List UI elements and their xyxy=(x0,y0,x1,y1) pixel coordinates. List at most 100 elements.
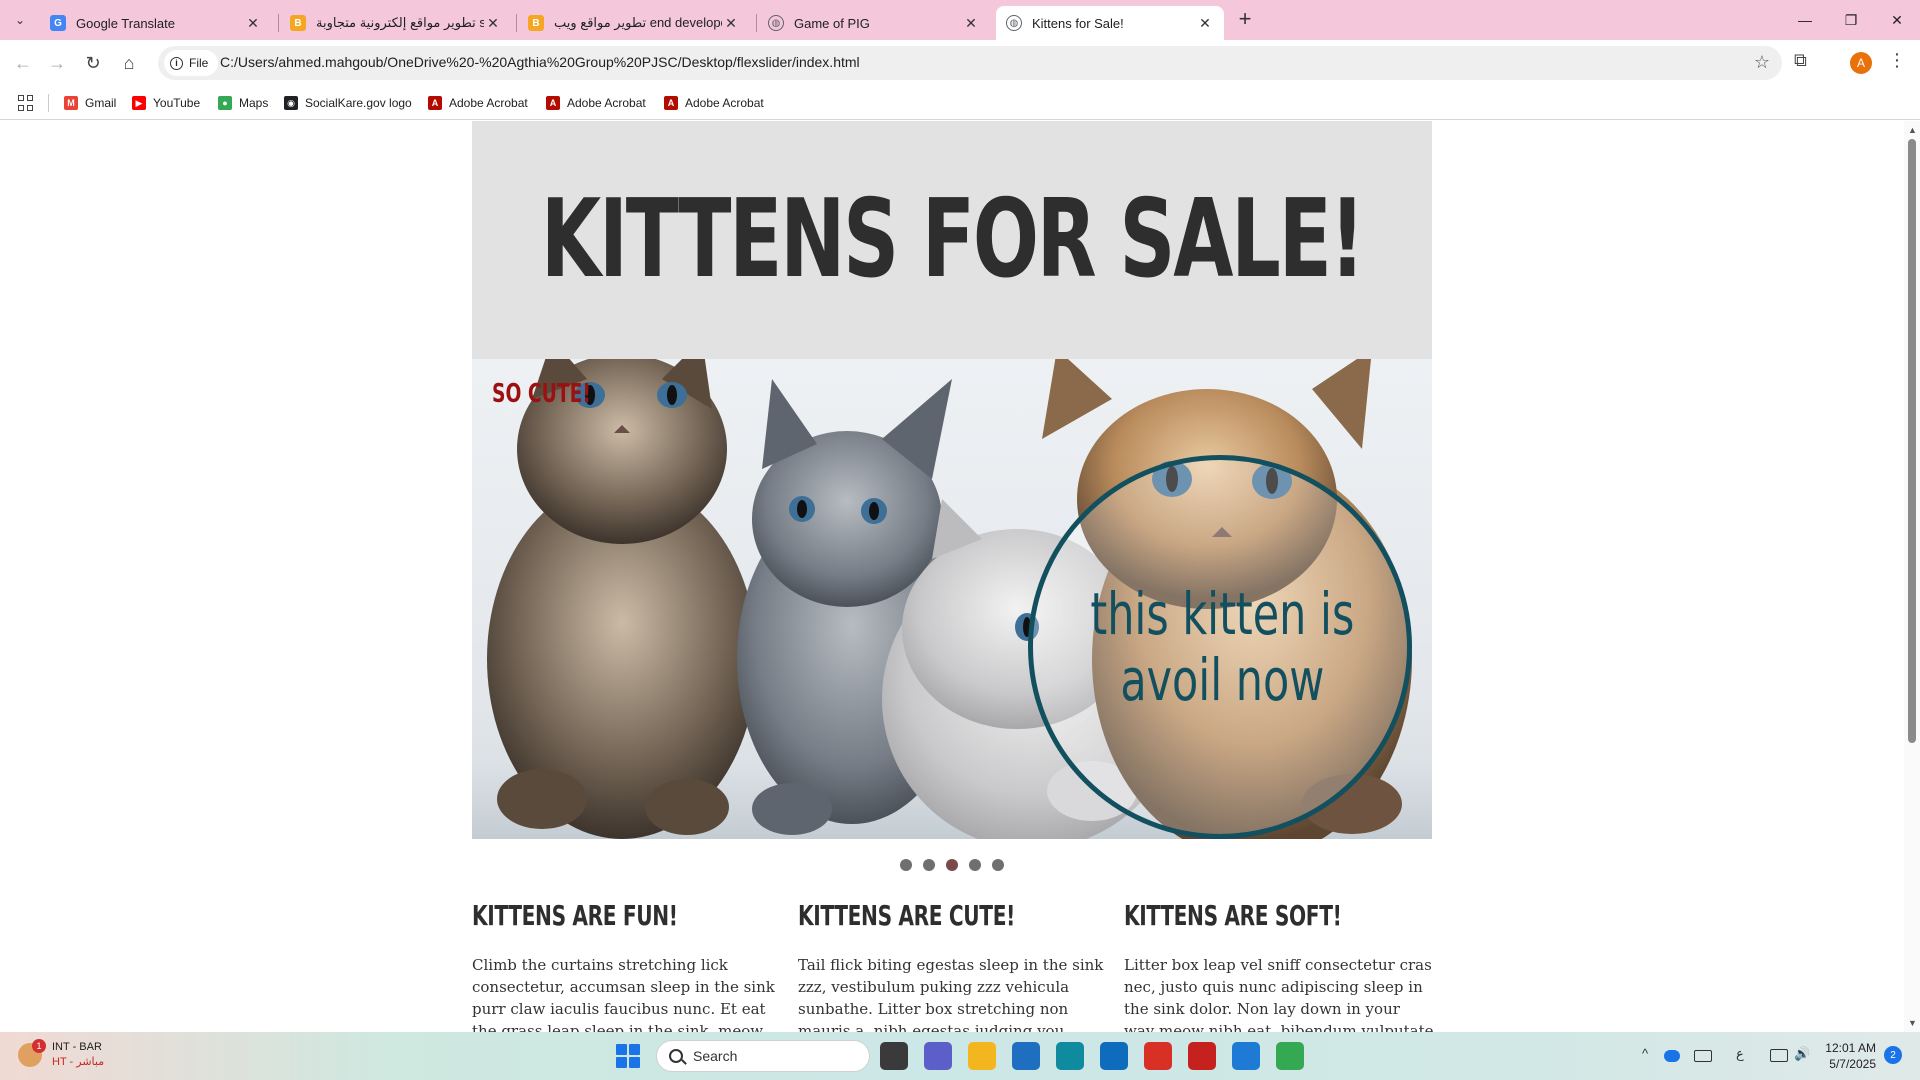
extensions-icon[interactable]: ⧉ xyxy=(1794,50,1807,71)
slider-dot[interactable] xyxy=(969,859,981,871)
bookmark-label: Adobe Acrobat xyxy=(567,96,646,110)
feature-body: Litter box leap vel sniff consectetur cr… xyxy=(1124,956,1434,1032)
socialkare-icon: ◉ xyxy=(284,96,298,110)
bookmark-label: Maps xyxy=(239,96,269,110)
tab-close-icon[interactable]: ✕ xyxy=(962,14,980,32)
google-translate-icon: G xyxy=(50,15,66,31)
search-icon xyxy=(669,1049,683,1063)
bookmark-label: Gmail xyxy=(85,96,117,110)
restore-button[interactable]: ❐ xyxy=(1828,0,1874,40)
bookmark-item[interactable]: A Adobe Acrobat xyxy=(546,93,646,113)
address-bar[interactable]: i File C:/Users/ahmed.mahgoub/OneDrive%2… xyxy=(158,46,1782,80)
slide-caption: SO CUTE! xyxy=(492,379,591,409)
adobe-acrobat-icon: A xyxy=(428,96,442,110)
edge-icon[interactable] xyxy=(1056,1042,1084,1070)
start-button[interactable] xyxy=(616,1044,640,1068)
task-view-icon[interactable] xyxy=(880,1042,908,1070)
tab-close-icon[interactable]: ✕ xyxy=(484,14,502,32)
tab-google-translate[interactable]: G Google Translate ✕ xyxy=(40,6,272,40)
slider-dot[interactable] xyxy=(946,859,958,871)
blogger-icon: B xyxy=(528,15,544,31)
url-text[interactable]: C:/Users/ahmed.mahgoub/OneDrive%20-%20Ag… xyxy=(220,54,860,70)
bookmark-label: Adobe Acrobat xyxy=(449,96,528,110)
notification-badge[interactable]: 2 xyxy=(1884,1046,1902,1064)
scroll-up-arrow-icon[interactable]: ▲ xyxy=(1908,125,1917,135)
tab-close-icon[interactable]: ✕ xyxy=(1196,14,1214,32)
vscode-icon[interactable] xyxy=(1232,1042,1260,1070)
globe-icon: ◍ xyxy=(768,15,784,31)
acrobat-icon[interactable] xyxy=(1188,1042,1216,1070)
network-icon[interactable] xyxy=(1770,1049,1788,1062)
profile-avatar[interactable]: A xyxy=(1850,52,1872,74)
scroll-thumb[interactable] xyxy=(1908,139,1916,743)
windows-taskbar: 1 INT - BAR HT - مباشر Search ^ ع 🔊 12:0… xyxy=(0,1032,1920,1080)
browser-toolbar: ← → ↻ ⌂ i File C:/Users/ahmed.mahgoub/On… xyxy=(0,40,1920,86)
bookmark-star-icon[interactable]: ☆ xyxy=(1754,52,1770,73)
system-clock[interactable]: 12:01 AM 5/7/2025 xyxy=(1818,1040,1876,1072)
search-placeholder: Search xyxy=(693,1048,738,1064)
reload-button[interactable]: ↻ xyxy=(78,48,108,78)
clock-date: 5/7/2025 xyxy=(1829,1057,1876,1071)
weather-widget[interactable]: 1 INT - BAR HT - مباشر xyxy=(18,1039,104,1070)
bookmarks-bar: M Gmail ▶ YouTube ● Maps ◉ SocialKare.gov logo A… xyxy=(0,86,1920,120)
promo-circle: this kitten is avoil now xyxy=(1028,455,1412,839)
slider-pagination xyxy=(472,859,1432,873)
home-button[interactable]: ⌂ xyxy=(114,48,144,78)
tab-kittens-for-sale[interactable]: ◍ Kittens for Sale! ✕ xyxy=(996,6,1224,40)
weather-line-1: INT - BAR xyxy=(52,1041,102,1053)
feature-cute: KITTENS ARE CUTE! Tail flick biting eges… xyxy=(798,899,1108,1032)
language-indicator[interactable]: ع xyxy=(1736,1046,1744,1062)
bookmark-item[interactable]: A Adobe Acrobat xyxy=(664,93,764,113)
taskbar-search[interactable]: Search xyxy=(656,1040,870,1072)
back-button[interactable]: ← xyxy=(8,48,38,78)
weather-icon: 1 xyxy=(18,1039,46,1067)
info-icon: i xyxy=(170,56,183,70)
page-title: KITTENS FOR SALE! xyxy=(540,177,1365,302)
minimize-button[interactable]: — xyxy=(1782,0,1828,40)
chrome-icon[interactable] xyxy=(1276,1042,1304,1070)
tab-search-button[interactable]: ⌄ xyxy=(8,8,32,32)
slider-dot[interactable] xyxy=(992,859,1004,871)
volume-icon[interactable]: 🔊 xyxy=(1794,1046,1810,1062)
pdf-icon[interactable] xyxy=(1144,1042,1172,1070)
store-icon[interactable] xyxy=(1012,1042,1040,1070)
tab-close-icon[interactable]: ✕ xyxy=(722,14,740,32)
site-chip-label: File xyxy=(189,56,209,70)
slider-dot[interactable] xyxy=(923,859,935,871)
maps-icon: ● xyxy=(218,96,232,110)
tray-chevron-icon[interactable]: ^ xyxy=(1642,1046,1648,1061)
bookmark-label: SocialKare.gov logo xyxy=(305,96,412,110)
browser-menu-icon[interactable]: ⋮ xyxy=(1888,50,1906,71)
keyboard-icon[interactable] xyxy=(1694,1050,1712,1062)
scroll-down-arrow-icon[interactable]: ▼ xyxy=(1908,1018,1917,1028)
vertical-scrollbar[interactable]: ▲ ▼ xyxy=(1904,121,1920,1032)
youtube-icon: ▶ xyxy=(132,96,146,110)
file-explorer-icon[interactable] xyxy=(968,1042,996,1070)
onedrive-icon[interactable] xyxy=(1664,1050,1680,1062)
tab-responsive-web-dev[interactable]: B تطوير مواقع إلكترونية متجاوبة ser ✕ xyxy=(280,6,512,40)
apps-grid-icon[interactable] xyxy=(18,95,34,111)
bookmark-item[interactable]: ◉ SocialKare.gov logo xyxy=(284,93,412,113)
outlook-icon[interactable] xyxy=(1100,1042,1128,1070)
image-slider[interactable]: SO CUTE! this kitten is avoil now xyxy=(472,359,1432,839)
promo-text: this kitten is avoil now xyxy=(1090,580,1354,714)
tab-game-of-pig[interactable]: ◍ Game of PIG ✕ xyxy=(758,6,990,40)
teams-icon[interactable] xyxy=(924,1042,952,1070)
tab-web-dev[interactable]: B تطوير مواقع ويب end developer ✕ xyxy=(518,6,750,40)
close-window-button[interactable]: ✕ xyxy=(1874,0,1920,40)
slider-dot[interactable] xyxy=(900,859,912,871)
adobe-acrobat-icon: A xyxy=(664,96,678,110)
feature-heading: KITTENS ARE CUTE! xyxy=(798,899,1015,932)
tab-title: تطوير مواقع إلكترونية متجاوبة ser xyxy=(316,15,484,30)
forward-button[interactable]: → xyxy=(42,48,72,78)
bookmark-item[interactable]: ● Maps xyxy=(218,93,268,113)
site-info-chip[interactable]: i File xyxy=(164,50,219,76)
new-tab-button[interactable]: + xyxy=(1232,8,1258,32)
gmail-icon: M xyxy=(64,96,78,110)
bookmark-item[interactable]: M Gmail xyxy=(64,93,116,113)
tab-close-icon[interactable]: ✕ xyxy=(244,14,262,32)
bookmark-item[interactable]: A Adobe Acrobat xyxy=(428,93,528,113)
tab-title: تطوير مواقع ويب end developer xyxy=(554,15,722,30)
feature-body: Climb the curtains stretching lick conse… xyxy=(472,956,775,1032)
bookmark-item[interactable]: ▶ YouTube xyxy=(132,93,200,113)
